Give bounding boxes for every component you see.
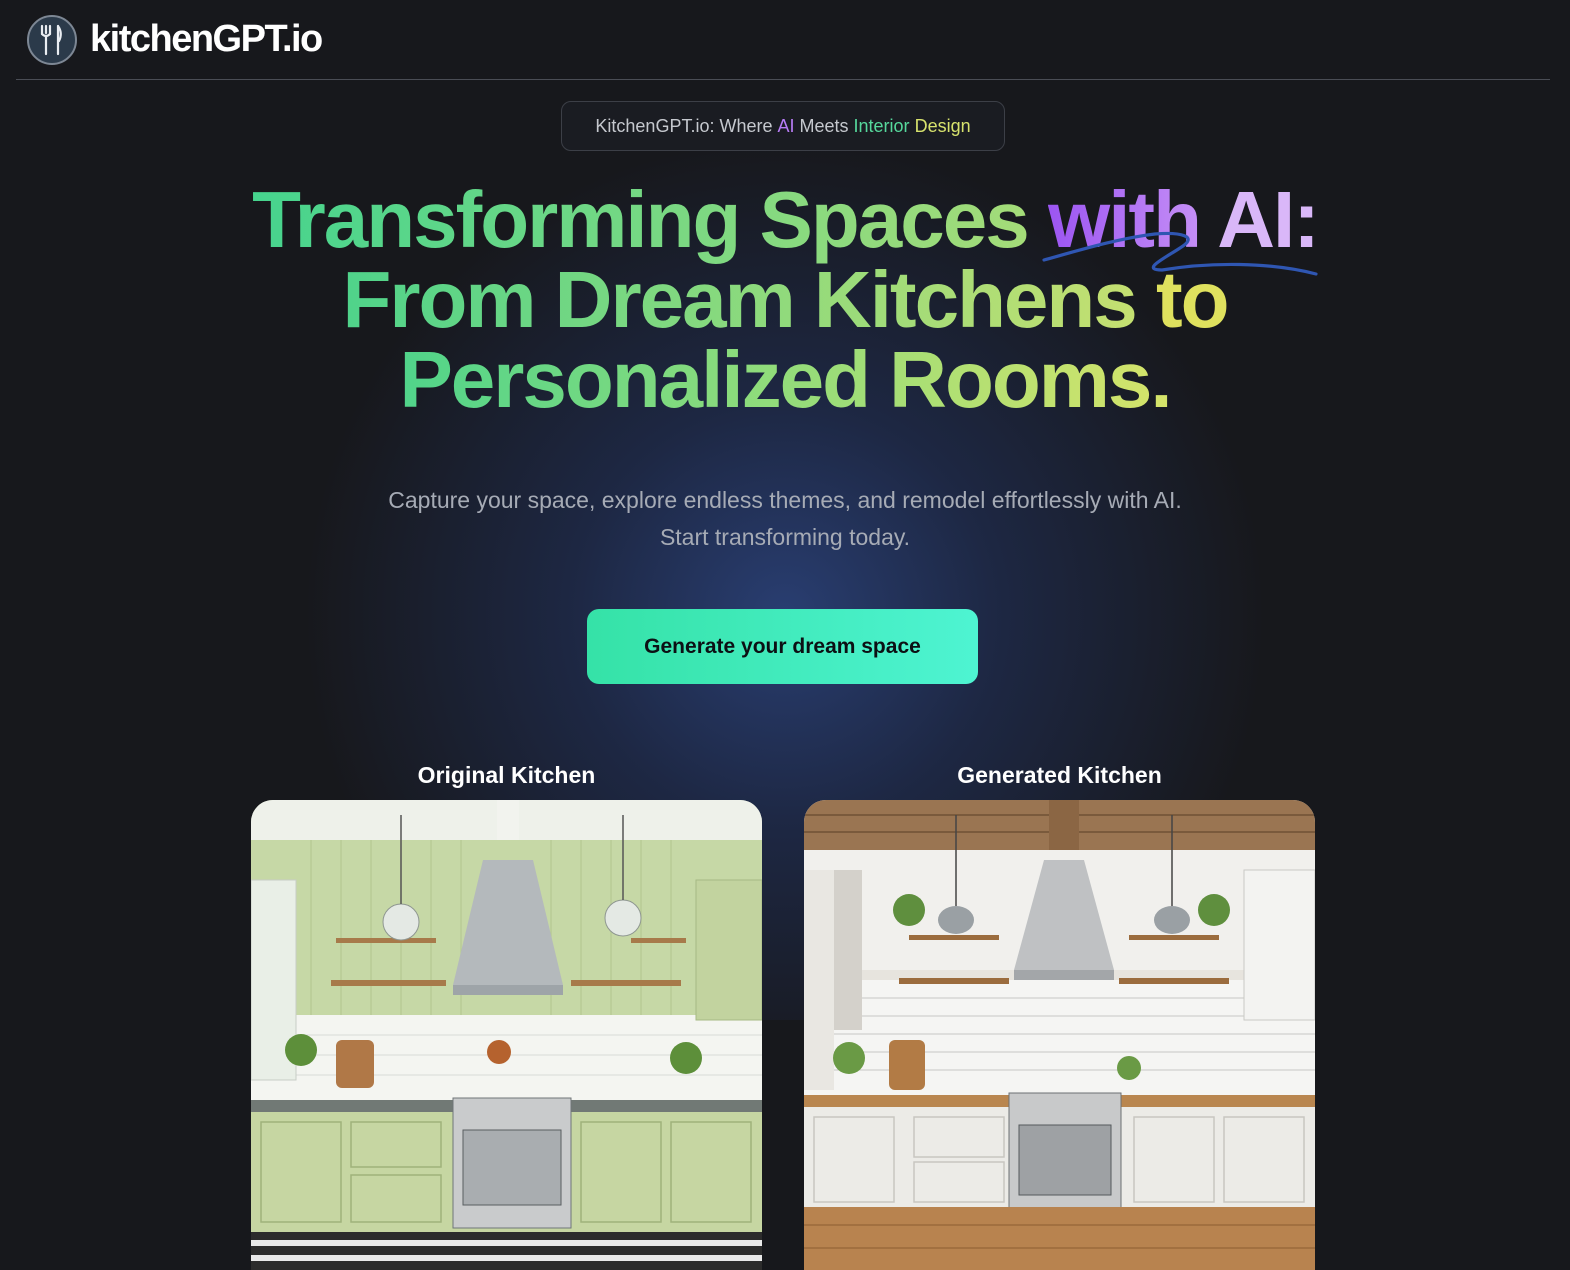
generated-kitchen-label: Generated Kitchen [957, 762, 1162, 788]
squiggle-underline-icon [1042, 231, 1318, 276]
hero-text-transforming: Transforming Spaces [252, 175, 1048, 264]
hero-subtitle: Capture your space, explore endless them… [388, 487, 1182, 550]
hero-text-personalized: Personalized Rooms. [399, 335, 1172, 424]
hero-headline: Transforming Spaces with AI: From Dream … [140, 180, 1430, 420]
generated-kitchen-image [804, 800, 1315, 1270]
original-kitchen-label: Original Kitchen [417, 762, 596, 788]
badge-meets: Meets [794, 115, 854, 136]
badge-ai: AI [777, 115, 795, 136]
fork-knife-icon[interactable] [27, 14, 77, 65]
badge-prefix: KitchenGPT.io: Where [595, 115, 778, 136]
brand-name[interactable]: kitchenGPT.io [90, 18, 323, 61]
badge-design: Design [909, 115, 971, 136]
hero-line-3: Personalized Rooms. [140, 340, 1430, 420]
original-kitchen-image [251, 800, 762, 1270]
badge-interior: Interior [853, 115, 910, 136]
top-nav: kitchenGPT.io [16, 0, 1550, 80]
tagline-badge: KitchenGPT.io: Where AI Meets Interior D… [561, 101, 1005, 151]
generate-button[interactable]: Generate your dream space [587, 609, 978, 684]
hero-text-dream-kitchens: From Dream Kitchens [342, 255, 1157, 344]
